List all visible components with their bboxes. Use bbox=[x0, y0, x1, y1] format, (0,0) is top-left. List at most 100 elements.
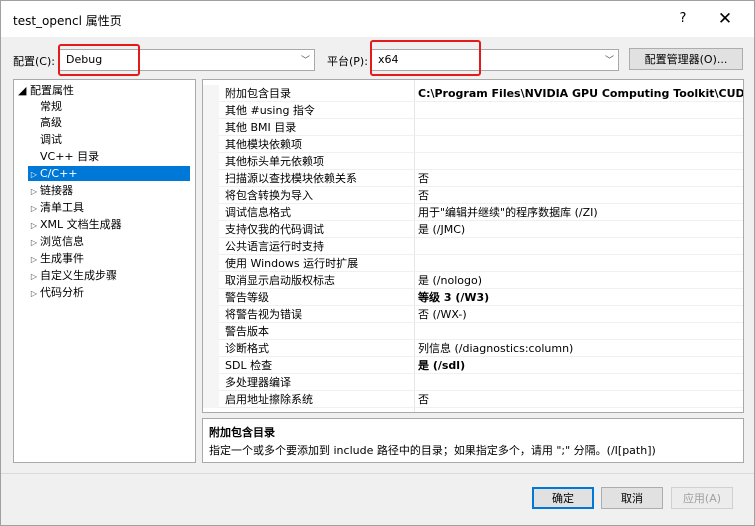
tree-item-label: 自定义生成步骤 bbox=[40, 269, 117, 282]
cancel-button[interactable]: 取消 bbox=[601, 487, 663, 509]
config-label: 配置(C): bbox=[13, 55, 55, 68]
tree-item-label: 调试 bbox=[40, 133, 62, 146]
expand-arrow-icon[interactable]: ▷ bbox=[28, 286, 40, 301]
expand-arrow-icon[interactable]: ▷ bbox=[28, 235, 40, 250]
property-name: 其他标头单元依赖项 bbox=[225, 155, 324, 168]
expand-arrow-icon[interactable]: ▷ bbox=[28, 218, 40, 233]
tree-item-label: XML 文档生成器 bbox=[40, 218, 122, 231]
property-name: 调试信息格式 bbox=[225, 206, 291, 219]
property-row[interactable]: 调试信息格式 用于"编辑并继续"的程序数据库 (/ZI) bbox=[203, 204, 743, 221]
property-row[interactable]: 诊断格式 列信息 (/diagnostics:column) bbox=[203, 340, 743, 357]
tree-item-label: ◢ 配置属性 bbox=[18, 84, 74, 97]
property-value[interactable]: 否 bbox=[418, 170, 429, 187]
property-name: SDL 检查 bbox=[225, 359, 273, 372]
ok-button[interactable]: 确定 bbox=[532, 487, 594, 509]
tree-item-browse-info[interactable]: ▷ 浏览信息 bbox=[28, 234, 84, 249]
platform-highlight bbox=[370, 40, 481, 76]
property-row[interactable]: 警告版本 bbox=[203, 323, 743, 340]
property-name: 将警告视为错误 bbox=[225, 308, 302, 321]
tree-item-advanced[interactable]: 高级 bbox=[40, 115, 62, 130]
config-manager-button[interactable]: 配置管理器(O)... bbox=[629, 48, 743, 70]
property-name: 其他 #using 指令 bbox=[225, 104, 315, 117]
tree-item-debugging[interactable]: 调试 bbox=[40, 132, 62, 147]
tree-item-linker[interactable]: ▷ 链接器 bbox=[28, 183, 73, 198]
property-pages-dialog: test_opencl 属性页 ? ✕ 配置(C): Debug ﹀ 平台(P)… bbox=[0, 0, 755, 526]
tree-item-code-analysis[interactable]: ▷ 代码分析 bbox=[28, 285, 84, 300]
close-icon[interactable]: ✕ bbox=[711, 7, 739, 31]
property-row[interactable]: 多处理器编译 bbox=[203, 374, 743, 391]
property-name: 警告版本 bbox=[225, 325, 269, 338]
property-grid: 附加包含目录 C:\Program Files\NVIDIA GPU Comput… bbox=[202, 79, 744, 413]
title-bar: test_opencl 属性页 ? ✕ bbox=[1, 1, 754, 37]
property-value[interactable]: 否 (/WX-) bbox=[418, 306, 467, 323]
property-value[interactable]: 否 bbox=[418, 187, 429, 204]
tree-item-label: 代码分析 bbox=[40, 286, 84, 299]
property-row[interactable]: 将包含转换为导入 否 bbox=[203, 187, 743, 204]
property-row[interactable]: 其他标头单元依赖项 bbox=[203, 153, 743, 170]
tree-item-label: 常规 bbox=[40, 100, 62, 113]
tree-item-build-events[interactable]: ▷ 生成事件 bbox=[28, 251, 84, 266]
expand-arrow-icon[interactable]: ▷ bbox=[28, 167, 40, 182]
property-row[interactable]: 将警告视为错误 否 (/WX-) bbox=[203, 306, 743, 323]
property-row[interactable]: 其他模块依赖项 bbox=[203, 136, 743, 153]
property-value[interactable]: 等级 3 (/W3) bbox=[418, 289, 489, 306]
property-name: 其他模块依赖项 bbox=[225, 138, 302, 151]
property-name: 扫描源以查找模块依赖关系 bbox=[225, 172, 357, 185]
chevron-down-icon: ﹀ bbox=[604, 56, 614, 66]
property-value[interactable]: 否 bbox=[418, 391, 429, 408]
tree-item-general[interactable]: 常规 bbox=[40, 99, 62, 114]
config-highlight bbox=[58, 44, 140, 76]
footer-divider bbox=[1, 473, 754, 474]
tree-item-config-properties[interactable]: ◢ 配置属性 bbox=[18, 83, 74, 98]
tree-item-custom-build-step[interactable]: ▷ 自定义生成步骤 bbox=[28, 268, 117, 283]
property-row[interactable]: 使用 Windows 运行时扩展 bbox=[203, 255, 743, 272]
tree-item-label: 链接器 bbox=[40, 184, 73, 197]
property-row[interactable]: 其他 #using 指令 bbox=[203, 102, 743, 119]
property-name: 使用 Windows 运行时扩展 bbox=[225, 257, 359, 270]
tree-item-vc-directories[interactable]: VC++ 目录 bbox=[40, 149, 99, 164]
property-name: 诊断格式 bbox=[225, 342, 269, 355]
description-text: 指定一个或多个要添加到 include 路径中的目录；如果指定多个，请用 ";"… bbox=[209, 444, 656, 457]
expand-arrow-icon[interactable]: ▷ bbox=[28, 269, 40, 284]
category-tree: ◢ 配置属性 常规 高级 调试 VC++ 目录 ▷ C/C++ ▷ 链接器 ▷ 清单工… bbox=[13, 79, 196, 463]
description-panel: 附加包含目录 指定一个或多个要添加到 include 路径中的目录；如果指定多个… bbox=[202, 418, 744, 463]
property-value[interactable]: 是 (/JMC) bbox=[418, 221, 465, 238]
property-row[interactable]: 取消显示启动版权标志 是 (/nologo) bbox=[203, 272, 743, 289]
tree-item-xml-doc-generator[interactable]: ▷ XML 文档生成器 bbox=[28, 217, 122, 232]
property-row[interactable]: 附加包含目录 C:\Program Files\NVIDIA GPU Comput… bbox=[203, 85, 743, 102]
property-row[interactable]: 公共语言运行时支持 bbox=[203, 238, 743, 255]
property-row[interactable]: 扫描源以查找模块依赖关系 否 bbox=[203, 170, 743, 187]
tree-item-manifest-tool[interactable]: ▷ 清单工具 bbox=[28, 200, 84, 215]
platform-label: 平台(P): bbox=[327, 55, 368, 68]
tree-item-label: C/C++ bbox=[40, 167, 78, 180]
property-value[interactable]: 是 (/nologo) bbox=[418, 272, 482, 289]
property-value[interactable]: C:\Program Files\NVIDIA GPU Computing To… bbox=[418, 85, 743, 102]
apply-button[interactable]: 应用(A) bbox=[671, 487, 733, 509]
property-name: 将包含转换为导入 bbox=[225, 189, 313, 202]
expand-arrow-icon[interactable]: ▷ bbox=[28, 184, 40, 199]
property-value[interactable]: 列信息 (/diagnostics:column) bbox=[418, 340, 573, 357]
tree-item-c-cpp[interactable]: ▷ C/C++ bbox=[28, 166, 190, 181]
property-row[interactable]: 启用地址擦除系统 否 bbox=[203, 391, 743, 408]
help-icon[interactable]: ? bbox=[671, 7, 695, 31]
description-title: 附加包含目录 bbox=[209, 426, 275, 439]
property-name: 取消显示启动版权标志 bbox=[225, 274, 335, 287]
expand-arrow-icon[interactable]: ▷ bbox=[28, 201, 40, 216]
tree-item-label: VC++ 目录 bbox=[40, 150, 100, 163]
property-name: 附加包含目录 bbox=[225, 87, 291, 100]
expand-arrow-icon[interactable]: ▷ bbox=[28, 252, 40, 267]
property-value[interactable]: 用于"编辑并继续"的程序数据库 (/ZI) bbox=[418, 204, 598, 221]
chevron-down-icon: ﹀ bbox=[300, 56, 310, 66]
property-row[interactable]: 警告等级 等级 3 (/W3) bbox=[203, 289, 743, 306]
property-name: 其他 BMI 目录 bbox=[225, 121, 297, 134]
property-row[interactable]: 支持仅我的代码调试 是 (/JMC) bbox=[203, 221, 743, 238]
tree-item-label: 浏览信息 bbox=[40, 235, 84, 248]
property-name: 警告等级 bbox=[225, 291, 269, 304]
property-name: 启用地址擦除系统 bbox=[225, 393, 313, 406]
property-name: 多处理器编译 bbox=[225, 376, 291, 389]
property-value[interactable]: 是 (/sdl) bbox=[418, 357, 465, 374]
property-row[interactable]: 其他 BMI 目录 bbox=[203, 119, 743, 136]
property-row[interactable]: SDL 检查 是 (/sdl) bbox=[203, 357, 743, 374]
property-name: 支持仅我的代码调试 bbox=[225, 223, 324, 236]
window-title: test_opencl 属性页 bbox=[13, 14, 122, 28]
